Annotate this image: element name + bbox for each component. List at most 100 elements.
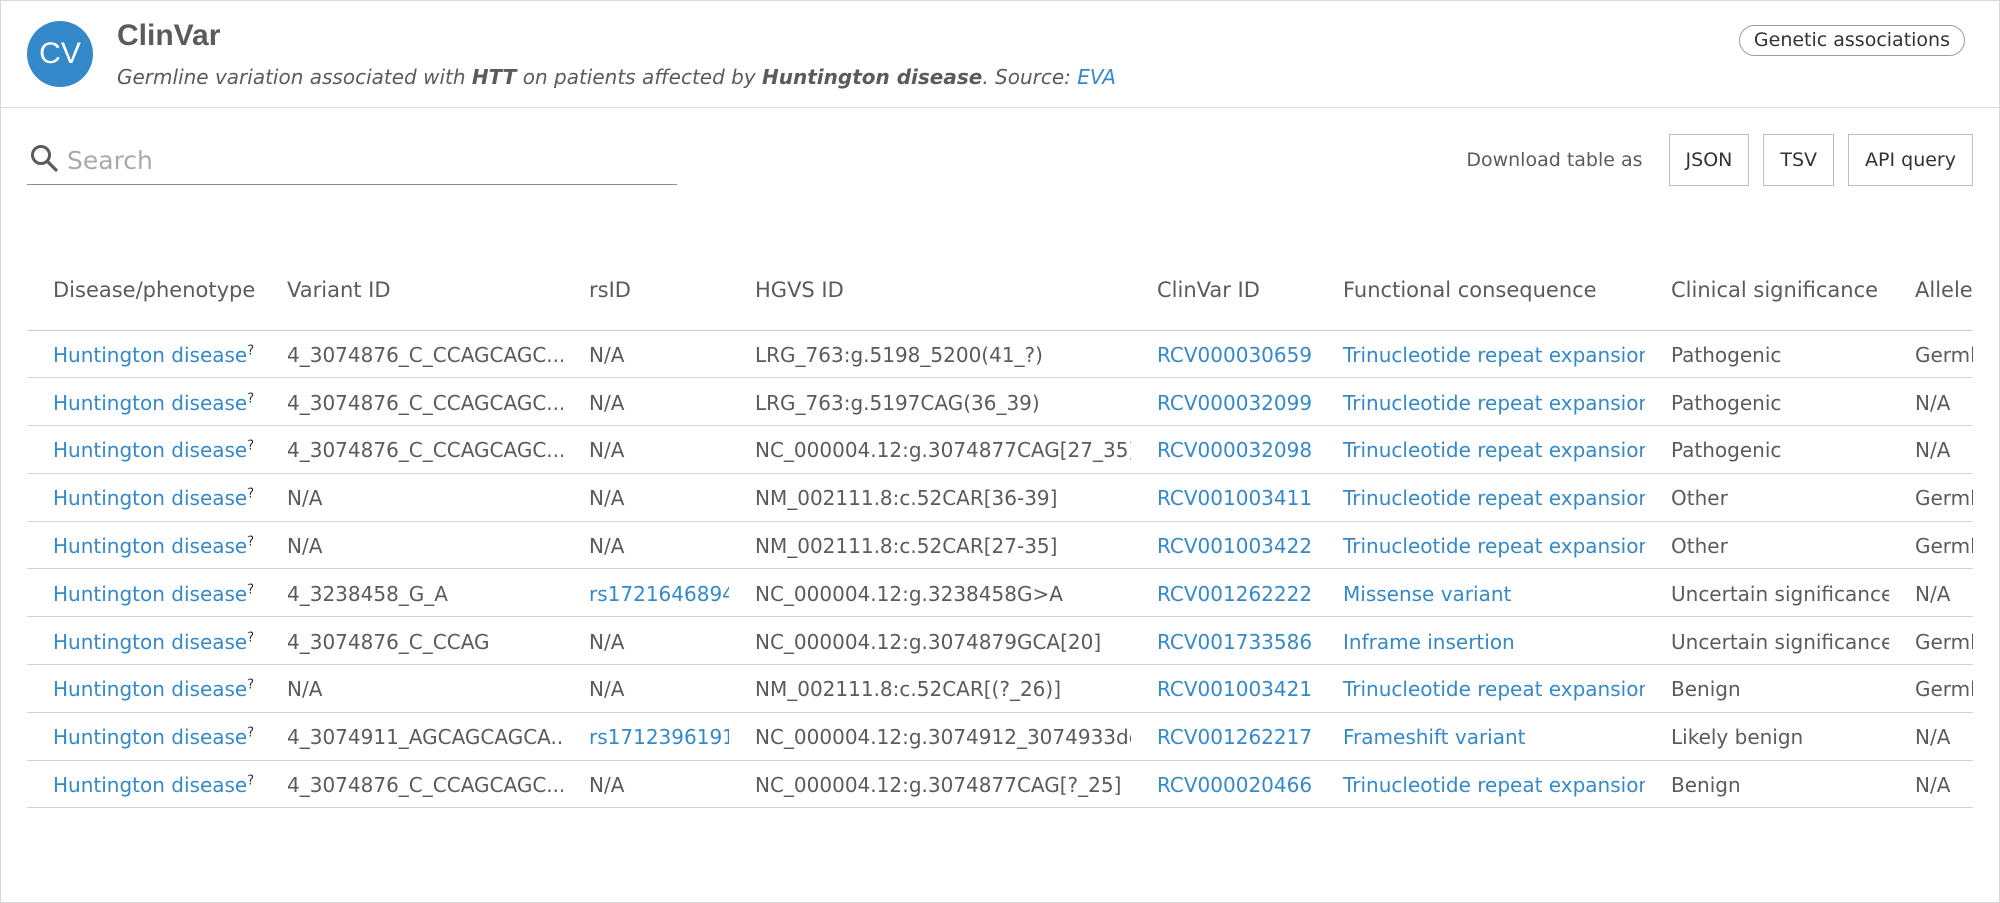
subtitle-text-pre: Germline variation associated with [117, 65, 472, 89]
cell-disease-link[interactable]: Huntington disease [53, 677, 247, 701]
cell-allele-text: Germl [1915, 342, 1973, 367]
cell-hgvs-id: LRG_763:g.5197CAG(36_39) [729, 377, 1131, 427]
cell-functional-consequence-link[interactable]: Trinucleotide repeat expansion [1343, 438, 1645, 462]
cell-functional-consequence-link[interactable]: Trinucleotide repeat expansion [1343, 677, 1645, 701]
column-header-hgvs-id[interactable]: HGVS ID [729, 251, 1131, 331]
cell-disease-link[interactable]: Huntington disease [53, 343, 247, 367]
help-marker[interactable]: ? [247, 391, 254, 406]
genetic-associations-chip[interactable]: Genetic associations [1738, 25, 1965, 56]
source-link-eva[interactable]: EVA [1077, 65, 1116, 89]
cell-rsid-link[interactable]: rs1721646894 [589, 582, 729, 606]
cell-clinvar-id-link[interactable]: RCV001262217 [1157, 725, 1312, 749]
help-marker[interactable]: ? [247, 630, 254, 645]
cell-rsid-text: N/A [589, 438, 625, 463]
cell-hgvs-id-text: LRG_763:g.5197CAG(36_39) [755, 390, 1040, 415]
clinvar-table: Disease/phenotype Variant ID rsID HGVS I… [27, 251, 1973, 809]
cell-rsid-text: N/A [589, 390, 625, 415]
cell-clinical-significance-text: Pathogenic [1671, 390, 1782, 415]
cell-clinical-significance: Uncertain significance [1645, 616, 1889, 666]
cell-clinvar-id-link[interactable]: RCV001003411 [1157, 486, 1312, 510]
help-marker[interactable]: ? [247, 678, 254, 693]
cell-allele-text: Germl [1915, 534, 1973, 559]
cell-clinvar-id: RCV000020466 [1131, 760, 1317, 809]
cell-functional-consequence-link[interactable]: Missense variant [1343, 582, 1511, 606]
cell-disease-link[interactable]: Huntington disease [53, 725, 247, 749]
help-marker[interactable]: ? [247, 343, 254, 358]
table-row: Huntington disease? 4_3074876_C_CCAGCAGC.… [27, 377, 1973, 427]
cell-rsid-text: N/A [589, 486, 625, 511]
cell-variant-id: 4_3074876_C_CCAGCAGC... [261, 425, 563, 474]
download-tsv-button[interactable]: TSV [1763, 134, 1835, 186]
cell-functional-consequence-link[interactable]: Trinucleotide repeat expansion [1343, 534, 1645, 558]
cell-allele-text: N/A [1915, 773, 1951, 798]
cell-disease-link[interactable]: Huntington disease [53, 773, 247, 797]
cell-hgvs-id: NC_000004.12:g.3238458G>A [729, 568, 1131, 618]
cell-allele: Germl [1889, 330, 1973, 379]
cell-disease-link[interactable]: Huntington disease [53, 391, 247, 415]
cell-allele-text: N/A [1915, 725, 1951, 750]
help-marker[interactable]: ? [247, 726, 254, 741]
cell-allele: Germl [1889, 664, 1973, 713]
cell-clinvar-id-link[interactable]: RCV001733586 [1157, 630, 1312, 654]
cell-disease-link[interactable]: Huntington disease [53, 630, 247, 654]
cell-functional-consequence: Missense variant [1317, 568, 1645, 618]
cell-clinical-significance: Pathogenic [1645, 377, 1889, 427]
cell-functional-consequence-link[interactable]: Inframe insertion [1343, 630, 1515, 654]
api-query-button[interactable]: API query [1848, 134, 1973, 186]
cell-rsid-text: N/A [589, 534, 625, 559]
cell-clinical-significance-text: Pathogenic [1671, 342, 1782, 367]
column-header-rsid[interactable]: rsID [563, 251, 729, 331]
cell-rsid: N/A [563, 473, 729, 522]
cell-clinvar-id-link[interactable]: RCV000030659 [1157, 343, 1312, 367]
search-input[interactable] [65, 141, 665, 179]
cell-hgvs-id-text: NC_000004.12:g.3238458G>A [755, 581, 1063, 606]
clinvar-avatar: CV [27, 21, 93, 87]
subtitle-gene: HTT [471, 65, 517, 89]
cell-rsid: rs1712396191 [563, 712, 729, 761]
cell-functional-consequence-link[interactable]: Trinucleotide repeat expansion [1343, 391, 1645, 415]
help-marker[interactable]: ? [247, 582, 254, 597]
cell-clinvar-id-link[interactable]: RCV000032099 [1157, 391, 1312, 415]
help-marker[interactable]: ? [247, 439, 254, 454]
cell-functional-consequence: Inframe insertion [1317, 616, 1645, 666]
column-header-functional-consequence[interactable]: Functional consequence [1317, 251, 1645, 331]
table-row: Huntington disease? 4_3074911_AGCAGCAGCA.… [27, 712, 1973, 761]
cell-variant-id-text: 4_3074876_C_CCAGCAGC... [287, 438, 563, 463]
cell-functional-consequence-link[interactable]: Trinucleotide repeat expansion [1343, 343, 1645, 367]
cell-functional-consequence-link[interactable]: Trinucleotide repeat expansion [1343, 773, 1645, 797]
help-marker[interactable]: ? [247, 773, 254, 788]
cell-clinvar-id-link[interactable]: RCV001262222 [1157, 582, 1312, 606]
clinvar-table-container[interactable]: Disease/phenotype Variant ID rsID HGVS I… [27, 251, 1973, 811]
help-marker[interactable]: ? [247, 534, 254, 549]
cell-disease: Huntington disease? [27, 521, 261, 570]
cell-rsid: N/A [563, 664, 729, 713]
cell-hgvs-id: NM_002111.8:c.52CAR[27-35] [729, 521, 1131, 570]
cell-allele: N/A [1889, 712, 1973, 761]
help-marker[interactable]: ? [247, 487, 254, 502]
cell-clinvar-id-link[interactable]: RCV001003421 [1157, 677, 1312, 701]
column-header-clinvar-id[interactable]: ClinVar ID [1131, 251, 1317, 331]
cell-variant-id-text: 4_3074876_C_CCAG [287, 629, 490, 654]
cell-rsid-text: N/A [589, 773, 625, 798]
cell-disease-link[interactable]: Huntington disease [53, 486, 247, 510]
cell-disease-link[interactable]: Huntington disease [53, 534, 247, 558]
cell-clinvar-id-link[interactable]: RCV000020466 [1157, 773, 1312, 797]
cell-clinvar-id-link[interactable]: RCV000032098 [1157, 438, 1312, 462]
cell-clinvar-id-link[interactable]: RCV001003422 [1157, 534, 1312, 558]
cell-rsid: N/A [563, 425, 729, 474]
column-header-clinical-significance[interactable]: Clinical significance [1645, 251, 1889, 331]
cell-functional-consequence-link[interactable]: Trinucleotide repeat expansion [1343, 486, 1645, 510]
cell-disease-link[interactable]: Huntington disease [53, 438, 247, 462]
cell-rsid-link[interactable]: rs1712396191 [589, 725, 729, 749]
cell-allele: Germl [1889, 616, 1973, 666]
cell-hgvs-id-text: NC_000004.12:g.3074879GCA[20] [755, 629, 1102, 654]
cell-disease-link[interactable]: Huntington disease [53, 582, 247, 606]
column-header-disease[interactable]: Disease/phenotype [27, 251, 261, 331]
cell-variant-id-text: N/A [287, 534, 323, 559]
cell-clinical-significance: Uncertain significance [1645, 568, 1889, 618]
column-header-variant-id[interactable]: Variant ID [261, 251, 563, 331]
cell-functional-consequence-link[interactable]: Frameshift variant [1343, 725, 1526, 749]
column-header-allele[interactable]: Allele [1889, 251, 1973, 331]
download-label: Download table as [1466, 149, 1643, 171]
download-json-button[interactable]: JSON [1668, 134, 1750, 186]
